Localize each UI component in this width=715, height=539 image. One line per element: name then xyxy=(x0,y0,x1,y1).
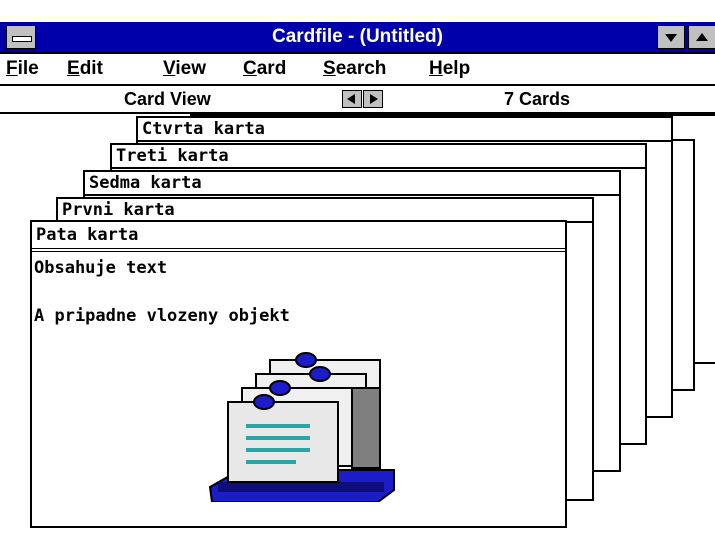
card-text-line-1: Obsahuje text xyxy=(34,258,168,278)
window-title: Cardfile - (Untitled) xyxy=(272,26,443,47)
menu-file-label: ile xyxy=(17,58,39,79)
card-text-line-2: A pripadne vlozeny objekt xyxy=(34,306,290,326)
menu-search[interactable]: Search xyxy=(323,54,386,84)
minimize-icon xyxy=(665,34,677,42)
maximize-button[interactable] xyxy=(688,25,715,49)
menu-card[interactable]: Card xyxy=(243,54,286,84)
cardfile-icon[interactable] xyxy=(208,342,408,502)
maximize-icon xyxy=(696,33,708,41)
arrow-right-icon xyxy=(370,94,378,104)
cardfile-window: Cardfile - (Untitled) File Edit View Car… xyxy=(0,0,715,539)
card-front[interactable]: Pata karta Obsahuje text A pripadne vloz… xyxy=(30,220,567,528)
menu-view[interactable]: View xyxy=(163,54,206,84)
card-stack: Ctvrta karta Treti karta Sedma karta Prv… xyxy=(0,114,715,539)
card-title: Ctvrta karta xyxy=(138,118,671,142)
menu-help[interactable]: Help xyxy=(429,54,470,84)
previous-card-button[interactable] xyxy=(342,90,362,108)
menu-bar: File Edit View Card Search Help xyxy=(0,54,715,86)
menu-edit[interactable]: Edit xyxy=(67,54,103,84)
minimize-button[interactable] xyxy=(657,25,685,49)
title-bar[interactable]: Cardfile - (Untitled) xyxy=(0,22,715,54)
next-card-button[interactable] xyxy=(363,90,383,108)
card-count: 7 Cards xyxy=(504,89,571,109)
card-title: Pata karta xyxy=(32,222,565,252)
card-title: Treti karta xyxy=(112,145,645,169)
menu-file[interactable]: File xyxy=(6,54,39,84)
card-title: Sedma karta xyxy=(85,172,619,196)
arrow-left-icon xyxy=(347,94,355,104)
view-mode-label: Card View xyxy=(124,89,211,109)
status-bar: Card View 7 Cards xyxy=(0,86,715,114)
